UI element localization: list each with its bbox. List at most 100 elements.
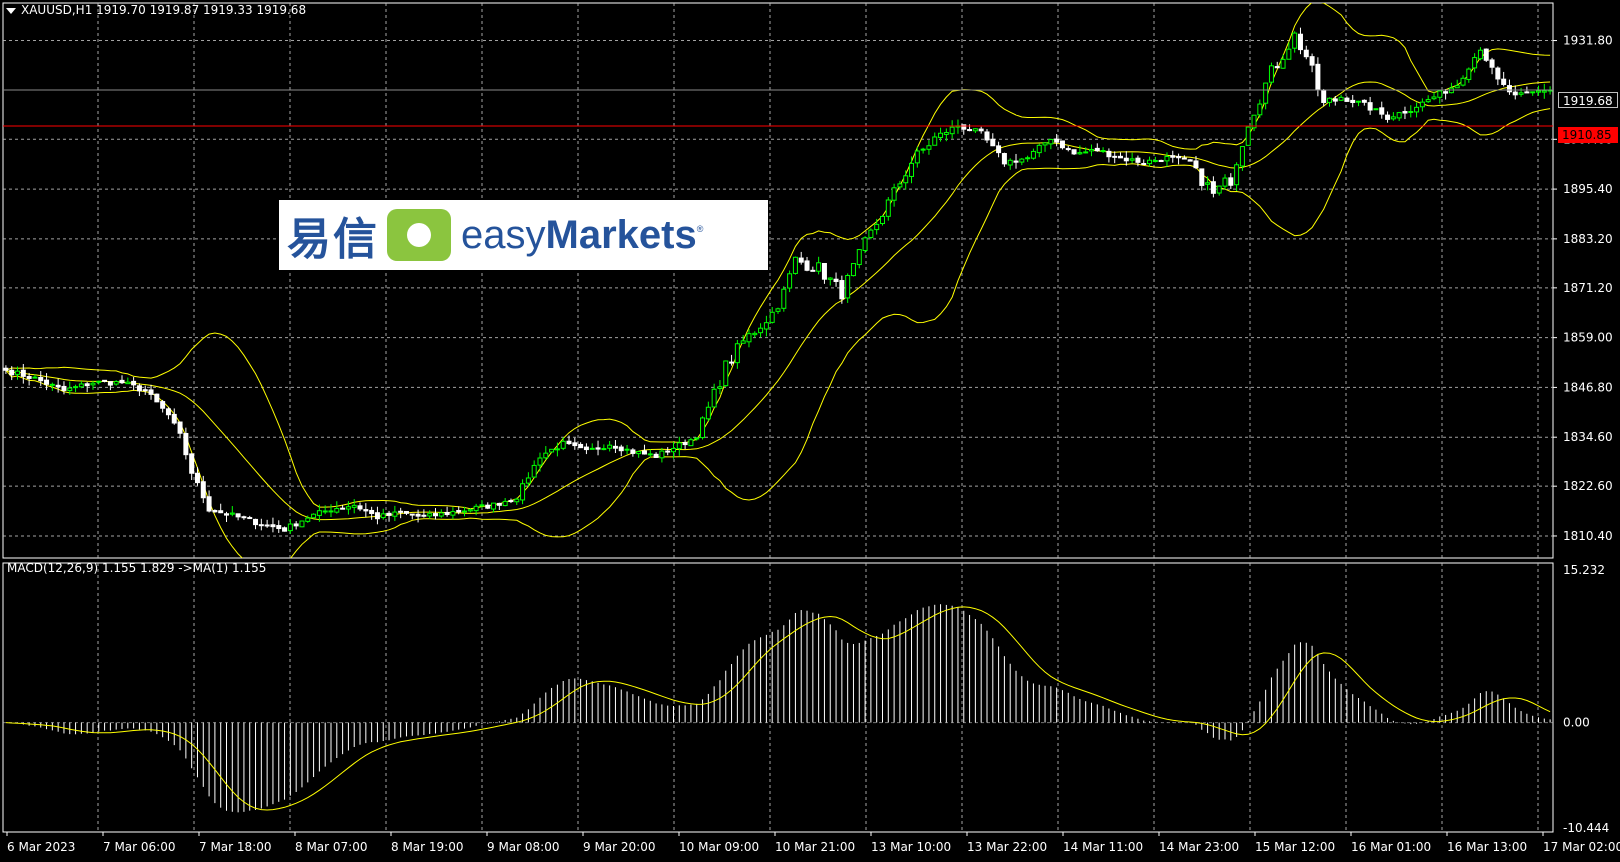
candle-body: [508, 500, 514, 503]
candle-body: [705, 406, 711, 420]
candle-body: [903, 175, 909, 184]
candle-body: [1292, 32, 1298, 49]
candle-body: [3, 367, 9, 371]
candle-body: [235, 513, 241, 518]
candle-body: [142, 389, 148, 392]
candle-body: [1454, 85, 1460, 89]
candle-body: [938, 132, 944, 138]
candle-body: [856, 249, 862, 266]
candle-body: [1054, 138, 1060, 143]
candle-body: [1205, 182, 1211, 185]
candle-body: [868, 229, 874, 238]
x-tick-label: 10 Mar 09:00: [679, 840, 759, 854]
candle-body: [525, 477, 531, 484]
candle-body: [1123, 157, 1129, 162]
candle-body: [1239, 146, 1245, 167]
candle-body: [1321, 90, 1327, 103]
candle-body: [200, 481, 206, 499]
candle-body: [409, 513, 415, 516]
candle-body: [90, 382, 96, 386]
horizontal-line-price-tag[interactable]: 1910.85: [1558, 127, 1618, 143]
candle-body: [1443, 91, 1449, 94]
candle-body: [392, 511, 398, 517]
chart-menu-icon[interactable]: [6, 8, 16, 14]
candle-body: [792, 256, 798, 274]
candle-body: [1228, 177, 1234, 186]
candle-body: [136, 385, 142, 392]
candle-body: [363, 509, 369, 512]
candle-body: [403, 511, 409, 514]
candle-body: [967, 129, 973, 132]
candle-body: [740, 340, 746, 344]
macd-plot-group: [5, 604, 1551, 813]
candle-body: [914, 150, 920, 164]
candle-body: [351, 504, 357, 508]
candle-body: [467, 509, 473, 512]
candle-body: [531, 464, 537, 478]
candle-body: [9, 369, 15, 376]
candle-body: [415, 513, 421, 517]
candle-body: [282, 527, 288, 532]
candle-body: [1373, 108, 1379, 111]
candle-body: [769, 311, 775, 323]
candle-body: [125, 381, 131, 385]
trading-chart[interactable]: 1931.801907.601895.401883.201871.201859.…: [0, 0, 1620, 862]
candle-body: [473, 505, 479, 512]
x-tick-label: 16 Mar 13:00: [1447, 840, 1527, 854]
candle-body: [102, 379, 108, 382]
candle-body: [438, 512, 444, 517]
candle-body: [578, 443, 584, 449]
candle-body: [1118, 155, 1124, 159]
candle-body: [160, 401, 166, 409]
candle-body: [1408, 111, 1414, 114]
candle-body: [357, 505, 363, 510]
current-price-tag: 1919.68: [1558, 92, 1618, 108]
x-tick-label: 9 Mar 08:00: [487, 840, 560, 854]
x-tick-label: 13 Mar 10:00: [871, 840, 951, 854]
candle-body: [1518, 92, 1524, 95]
candle-body: [84, 383, 90, 387]
candle-body: [1501, 78, 1507, 85]
candle-body: [1071, 149, 1077, 155]
candle-body: [1483, 48, 1489, 61]
candle-body: [1286, 48, 1292, 60]
candle-body: [694, 437, 700, 440]
symbol-header: XAUUSD,H1 1919.70 1919.87 1919.33 1919.6…: [21, 3, 307, 17]
candle-body: [1216, 185, 1222, 194]
logo-mark-icon: [387, 209, 451, 261]
candle-body: [496, 502, 502, 506]
bollinger-lower: [5, 108, 1551, 558]
candle-body: [1106, 150, 1112, 158]
candle-body: [1338, 96, 1344, 101]
candle-body: [1170, 155, 1176, 158]
candle-body: [1414, 106, 1420, 113]
candle-body: [1361, 99, 1367, 103]
candle-body: [20, 369, 26, 377]
y-tick-label: 1846.80: [1563, 380, 1613, 394]
candle-body: [618, 446, 624, 452]
candle-body: [630, 449, 636, 454]
candle-body: [462, 510, 468, 513]
candle-body: [862, 237, 868, 252]
chart-canvas[interactable]: 1931.801907.601895.401883.201871.201859.…: [0, 0, 1620, 862]
y-tick-label: 1859.00: [1563, 331, 1613, 345]
macd-header: MACD(12,26,9) 1.155 1.829 ->MA(1) 1.155: [7, 561, 267, 575]
candle-body: [206, 496, 212, 512]
candle-body: [607, 444, 613, 449]
candle-body: [520, 483, 526, 501]
candle-body: [1419, 101, 1425, 108]
candle-body: [1303, 49, 1309, 58]
candle-body: [345, 506, 351, 510]
candle-body: [833, 278, 839, 282]
candle-body: [444, 511, 450, 516]
candle-body: [119, 379, 125, 384]
candle-body: [583, 446, 589, 451]
candle-body: [1460, 77, 1466, 86]
candle-body: [839, 280, 845, 300]
candle-body: [1129, 158, 1135, 161]
candle-body: [148, 389, 154, 395]
candle-body: [1245, 126, 1251, 146]
candle-body: [850, 263, 856, 277]
candle-body: [920, 148, 926, 151]
candle-body: [897, 183, 903, 188]
